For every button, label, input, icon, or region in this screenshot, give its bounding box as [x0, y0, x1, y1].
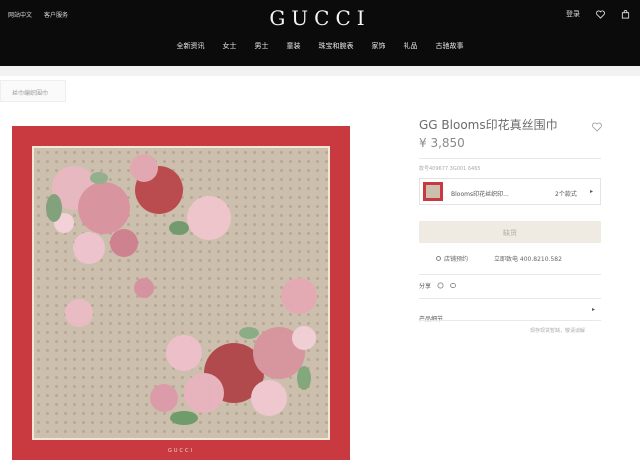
scarf-pattern — [32, 146, 330, 440]
divider — [419, 298, 601, 299]
nav-item-kids[interactable]: 童装 — [287, 41, 301, 51]
add-to-bag-button[interactable]: 缺货 — [419, 221, 601, 243]
shopping-bag-icon[interactable] — [621, 9, 630, 19]
nav-item-women[interactable]: 女士 — [223, 41, 237, 51]
scarf-brand-mark: GUCCI — [168, 448, 194, 454]
account-bar: 登录 — [566, 9, 630, 19]
heart-icon[interactable] — [592, 117, 602, 132]
product-image[interactable]: GUCCI — [12, 126, 350, 460]
radio-icon — [436, 256, 441, 261]
phone-label: 立即致电 400.8210.582 — [494, 256, 562, 263]
chevron-right-icon: ▸ — [591, 306, 595, 313]
variant-name: Blooms印花丝织印... — [451, 191, 509, 198]
main-nav: 全新资讯 女士 男士 童装 珠宝和腕表 家饰 礼品 古驰故事 — [0, 41, 640, 51]
wishlist-icon[interactable] — [596, 9, 605, 19]
divider — [419, 158, 601, 159]
wechat-icon[interactable] — [450, 282, 457, 289]
variant-selector[interactable]: Blooms印花丝织印... 2个款式 ▸ — [419, 178, 601, 205]
store-appointment-link[interactable]: 店铺预约 — [436, 254, 468, 263]
stock-note: 现存现货暂缺，敬请谅解 — [530, 328, 586, 334]
brand-logo[interactable]: GUCCI — [0, 6, 640, 30]
site-header: 网站中文 客户服务 GUCCI 登录 全新资讯 女士 男士 童装 珠宝和腕表 家… — [0, 0, 640, 66]
breadcrumb[interactable]: 丝巾编织围巾 — [0, 80, 66, 102]
nav-item-jewelry[interactable]: 珠宝和腕表 — [319, 41, 354, 51]
floral-motif — [46, 154, 317, 425]
share-row: 分享 — [419, 281, 457, 290]
nav-item-story[interactable]: 古驰故事 — [436, 41, 464, 51]
store-appointment-label: 店铺预约 — [444, 256, 469, 263]
weibo-icon[interactable] — [437, 282, 444, 289]
product-price: ¥ 3,850 — [419, 136, 465, 150]
header-spacer — [0, 66, 640, 76]
nav-item-decor[interactable]: 家饰 — [372, 41, 386, 51]
product-details-toggle[interactable]: 产品细节 ▸ — [419, 306, 601, 323]
contact-row: 店铺预约 立即致电 400.8210.582 — [436, 254, 562, 263]
nav-item-gifts[interactable]: 礼品 — [404, 41, 418, 51]
share-label: 分享 — [419, 283, 432, 290]
nav-item-men[interactable]: 男士 — [255, 41, 269, 51]
nav-item-new[interactable]: 全新资讯 — [177, 41, 205, 51]
product-title: GG Blooms印花真丝围巾 — [419, 118, 558, 132]
variant-count: 2个款式 — [555, 191, 577, 198]
phone-link[interactable]: 立即致电 400.8210.582 — [494, 254, 562, 263]
product-sku: 款号409677 3G001 6465 — [419, 166, 481, 172]
variant-swatch — [423, 182, 443, 201]
divider — [419, 320, 601, 321]
divider — [419, 274, 601, 275]
login-link[interactable]: 登录 — [566, 9, 580, 19]
chevron-right-icon: ▸ — [590, 188, 594, 195]
